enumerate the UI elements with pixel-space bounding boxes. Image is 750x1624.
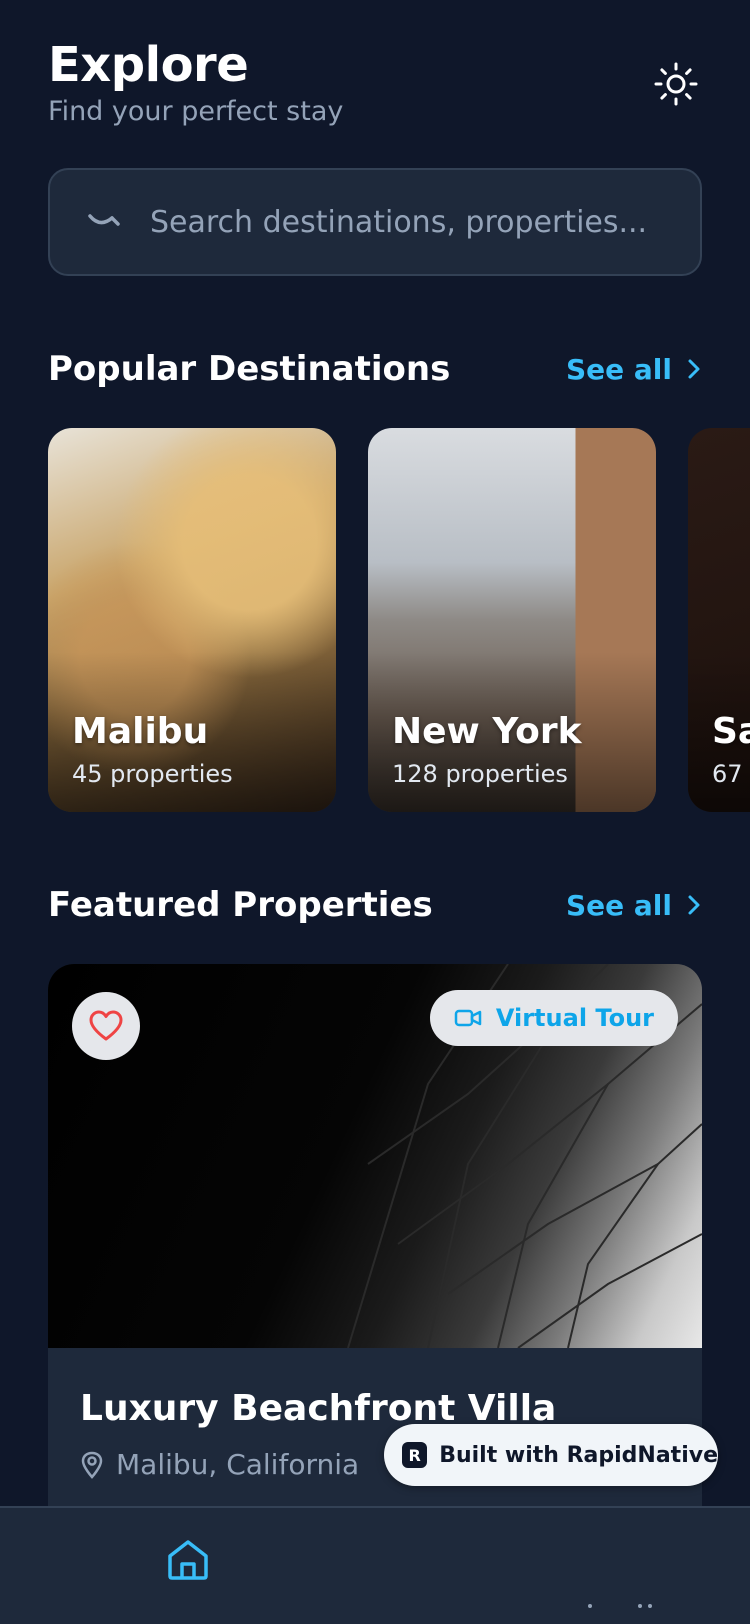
- explore-screen: Explore Find your perfect stay Popular: [0, 0, 750, 1624]
- virtual-tour-label: Virtual Tour: [495, 1004, 654, 1032]
- built-with-label: Built with RapidNative: [439, 1442, 718, 1468]
- destination-card-malibu[interactable]: Malibu 45 properties: [48, 428, 336, 812]
- property-location-text: Malibu, California: [116, 1448, 360, 1481]
- see-all-destinations-link[interactable]: See all: [566, 353, 702, 386]
- heart-icon: [89, 1010, 123, 1041]
- theme-toggle-button[interactable]: [652, 60, 700, 108]
- property-image: Virtual Tour: [48, 964, 702, 1348]
- destination-count: 45 properties: [72, 760, 233, 788]
- destinations-carousel[interactable]: Malibu 45 properties New York 128 proper…: [48, 428, 750, 812]
- built-with-badge[interactable]: R Built with RapidNative: [384, 1424, 718, 1486]
- property-name: Luxury Beachfront Villa: [80, 1388, 557, 1429]
- section-title: Featured Properties: [48, 885, 433, 925]
- section-title: Popular Destinations: [48, 349, 451, 389]
- destination-count: 128 properties: [392, 760, 568, 788]
- virtual-tour-badge[interactable]: Virtual Tour: [429, 990, 678, 1046]
- home-icon: [168, 1540, 208, 1580]
- favorite-button[interactable]: [72, 992, 140, 1060]
- nav-item-label-fragment: [588, 1604, 652, 1608]
- destination-count: 67: [712, 760, 743, 788]
- bottom-navigation: [0, 1506, 750, 1624]
- featured-properties-header: Featured Properties See all: [48, 880, 702, 930]
- video-camera-icon: [454, 1009, 482, 1027]
- destination-card-new-york[interactable]: New York 128 properties: [368, 428, 656, 812]
- destination-name: Sa: [712, 711, 750, 752]
- chevron-right-icon: [688, 895, 700, 915]
- search-bar[interactable]: [48, 168, 702, 276]
- see-all-label: See all: [566, 888, 672, 922]
- destination-card-partial[interactable]: Sa 67: [688, 428, 750, 812]
- destination-name: Malibu: [72, 711, 209, 752]
- sun-icon: [654, 62, 698, 106]
- popular-destinations-header: Popular Destinations See all: [48, 344, 702, 394]
- nav-item-explore[interactable]: [108, 1508, 268, 1624]
- see-all-label: See all: [566, 352, 672, 386]
- see-all-properties-link[interactable]: See all: [566, 889, 702, 922]
- map-pin-icon: [81, 1451, 103, 1479]
- page-subtitle: Find your perfect stay: [48, 96, 344, 127]
- page-title: Explore: [48, 37, 249, 93]
- chevron-right-icon: [688, 359, 700, 379]
- property-location: Malibu, California: [80, 1448, 359, 1481]
- search-input[interactable]: [150, 204, 700, 240]
- search-icon: [88, 214, 120, 226]
- header: Explore Find your perfect stay: [48, 36, 702, 136]
- rapidnative-logo-icon: R: [402, 1442, 428, 1468]
- destination-name: New York: [392, 711, 582, 752]
